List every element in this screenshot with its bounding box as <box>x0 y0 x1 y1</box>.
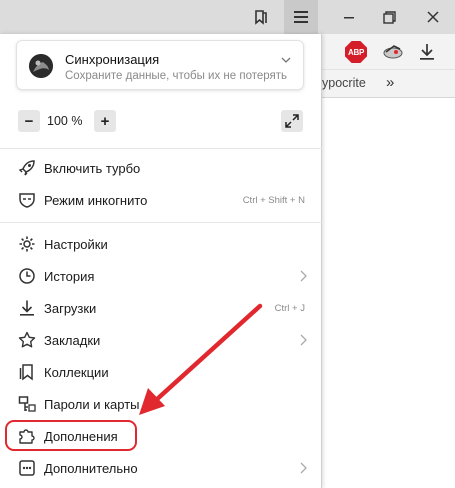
zoom-in-button[interactable]: + <box>94 110 116 132</box>
chevron-right-icon <box>300 270 307 282</box>
avatar-image-icon <box>29 54 53 78</box>
menu-item-label: Включить турбо <box>44 160 141 176</box>
bookmarks-toolbar-button[interactable] <box>244 0 278 34</box>
minimize-icon <box>344 17 354 19</box>
shortcut-hint: Ctrl + Shift + N <box>242 194 305 206</box>
fullscreen-icon <box>285 114 299 128</box>
bookmarks-icon <box>255 10 267 25</box>
more-dots-icon <box>17 458 37 478</box>
menu-item-label: Режим инкогнито <box>44 192 148 208</box>
menu-item-collections[interactable]: Коллекции <box>0 356 322 388</box>
menu-divider <box>0 148 322 149</box>
menu-button[interactable] <box>284 0 318 34</box>
menu-item-label: Коллекции <box>44 364 109 380</box>
sync-title: Синхронизация <box>65 52 160 67</box>
rocket-icon <box>17 158 37 178</box>
menu-item-label: История <box>44 268 95 284</box>
menu-item-incognito[interactable]: Режим инкогнито Ctrl + Shift + N <box>0 184 322 216</box>
menu-item-more[interactable]: Дополнительно <box>0 452 322 484</box>
incognito-mask-icon <box>17 190 37 210</box>
highlight-outline <box>5 420 137 451</box>
menu-item-turbo[interactable]: Включить турбо <box>0 152 322 184</box>
download-icon <box>420 44 434 60</box>
menu-item-label: Дополнительно <box>44 460 138 476</box>
chevron-down-icon[interactable] <box>281 55 291 65</box>
extension-button[interactable] <box>380 40 406 64</box>
minimize-button[interactable] <box>332 0 366 34</box>
page-content <box>322 98 455 488</box>
menu-item-label: Загрузки <box>44 300 97 316</box>
close-button[interactable] <box>416 0 450 34</box>
zoom-level: 100 % <box>47 114 83 128</box>
downloads-button[interactable] <box>414 40 440 64</box>
download-icon <box>17 298 37 318</box>
collections-icon <box>17 362 37 382</box>
menu-item-history[interactable]: История <box>0 260 322 292</box>
bookmark-link[interactable]: ypocrite <box>322 76 366 90</box>
restore-icon <box>382 10 396 24</box>
gear-icon <box>17 234 37 254</box>
zoom-controls: − 100 % + <box>0 106 322 138</box>
star-icon <box>17 330 37 350</box>
menu-item-label: Закладки <box>44 332 101 348</box>
menu-item-downloads[interactable]: Загрузки Ctrl + J <box>0 292 322 324</box>
extension-rocket-icon <box>383 45 403 59</box>
restore-button[interactable] <box>372 0 406 34</box>
fullscreen-button[interactable] <box>281 110 303 132</box>
key-card-icon <box>17 394 37 414</box>
menu-hamburger-icon <box>294 11 308 23</box>
clock-icon <box>17 266 37 286</box>
menu-item-label: Пароли и карты <box>44 396 140 412</box>
bookmarks-more-button[interactable]: » <box>386 74 394 91</box>
zoom-out-button[interactable]: − <box>18 110 40 132</box>
chevron-right-icon <box>300 334 307 346</box>
close-icon <box>427 11 439 23</box>
chevron-right-icon <box>300 462 307 474</box>
adblock-plus-extension-button[interactable]: ABP <box>343 40 369 64</box>
menu-item-label: Настройки <box>44 236 108 252</box>
adblock-plus-icon: ABP <box>345 41 367 63</box>
menu-item-passwords[interactable]: Пароли и карты <box>0 388 322 420</box>
avatar <box>29 54 53 78</box>
menu-item-bookmarks[interactable]: Закладки <box>0 324 322 356</box>
menu-item-settings[interactable]: Настройки <box>0 228 322 260</box>
shortcut-hint: Ctrl + J <box>274 302 305 314</box>
sync-subtitle: Сохраните данные, чтобы их не потерять <box>65 70 288 82</box>
menu-divider <box>0 222 322 223</box>
sync-card[interactable]: Синхронизация Сохраните данные, чтобы их… <box>16 40 304 90</box>
